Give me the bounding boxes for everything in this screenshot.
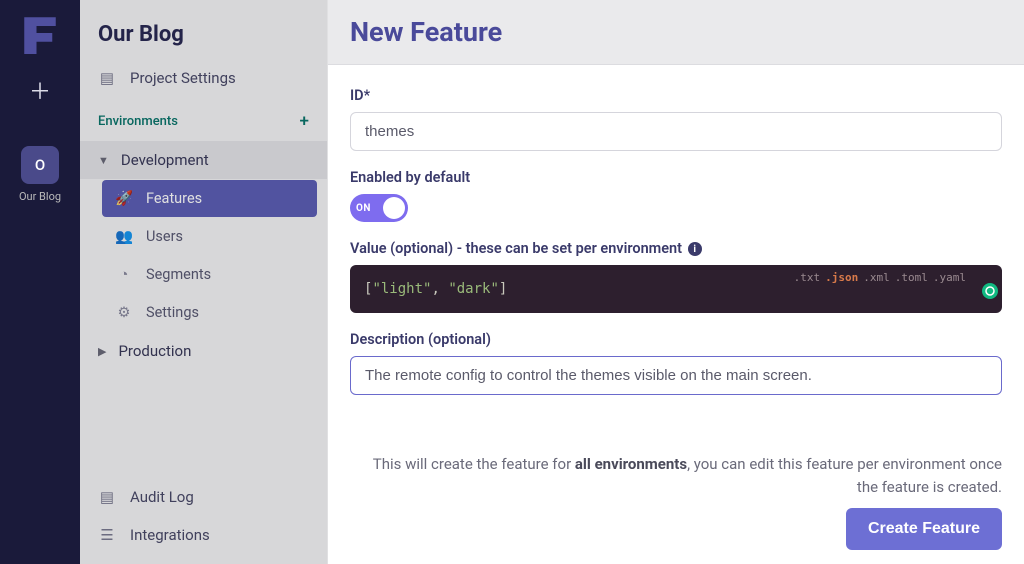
toggle-state-label: ON: [356, 203, 371, 214]
enabled-label: Enabled by default: [350, 169, 1002, 186]
chevron-right-icon: ▶: [98, 345, 106, 358]
nav-settings[interactable]: ⚙ Settings: [102, 294, 317, 331]
nav-users[interactable]: 👥 Users: [102, 218, 317, 255]
env-label: Development: [121, 151, 209, 169]
nav-label: Settings: [146, 304, 199, 321]
chevron-down-icon: ▼: [98, 154, 109, 167]
env-group-production[interactable]: ▶ Production: [80, 332, 327, 370]
project-selector-label: Our Blog: [19, 190, 61, 203]
format-txt[interactable]: .txt: [794, 271, 821, 284]
env-group-development[interactable]: ▼ Development: [80, 141, 327, 179]
format-toml[interactable]: .toml: [895, 271, 928, 284]
nav-label: Features: [146, 190, 202, 207]
enabled-toggle[interactable]: ON: [350, 194, 408, 222]
sliders-icon: ⚙: [116, 304, 132, 321]
toggle-knob: [383, 197, 405, 219]
sidebar-item-label: Project Settings: [130, 69, 236, 87]
panel-header: New Feature: [328, 0, 1024, 65]
grammarly-badge-icon: [982, 283, 998, 299]
nav-segments[interactable]: ◔ Segments: [102, 256, 317, 293]
format-json[interactable]: .json: [825, 271, 858, 284]
code-format-tabs: .txt .json .xml .toml .yaml: [794, 271, 966, 284]
list-icon: ▤: [98, 488, 116, 506]
panel-title: New Feature: [350, 16, 1002, 48]
info-icon[interactable]: i: [688, 242, 702, 256]
env-label: Production: [118, 342, 191, 360]
sidebar: Our Blog ▤ Project Settings Environments…: [80, 0, 328, 564]
rocket-icon: 🚀: [116, 190, 132, 207]
format-yaml[interactable]: .yaml: [933, 271, 966, 284]
format-xml[interactable]: .xml: [863, 271, 890, 284]
sidebar-item-project-settings[interactable]: ▤ Project Settings: [80, 59, 327, 97]
feature-panel: New Feature ID* Enabled by default ON Va…: [328, 0, 1024, 564]
description-input[interactable]: [350, 356, 1002, 395]
app-logo-icon: [19, 12, 61, 54]
pie-chart-icon: ◔: [116, 266, 132, 283]
value-code-editor[interactable]: .txt .json .xml .toml .yaml ["light", "d…: [350, 265, 1002, 313]
settings-list-icon: ▤: [98, 69, 116, 87]
id-input[interactable]: [350, 112, 1002, 151]
description-label: Description (optional): [350, 331, 1002, 348]
id-label: ID*: [350, 87, 1002, 104]
add-project-button[interactable]: ＋: [29, 74, 51, 106]
layers-icon: ☰: [98, 526, 116, 544]
helper-text: This will create the feature for all env…: [328, 437, 1024, 508]
nav-label: Segments: [146, 266, 211, 283]
sidebar-title: Our Blog: [80, 0, 327, 59]
users-icon: 👥: [116, 228, 132, 245]
create-feature-button[interactable]: Create Feature: [846, 508, 1002, 550]
value-label: Value (optional) - these can be set per …: [350, 240, 1002, 257]
environments-label: Environments: [98, 114, 178, 129]
add-environment-button[interactable]: +: [300, 111, 309, 131]
sidebar-item-integrations[interactable]: ☰ Integrations: [80, 516, 327, 554]
sidebar-item-label: Integrations: [130, 526, 210, 544]
nav-label: Users: [146, 228, 183, 245]
nav-features[interactable]: 🚀 Features: [102, 180, 317, 217]
project-selector[interactable]: O: [21, 146, 59, 184]
app-rail: ＋ O Our Blog: [0, 0, 80, 564]
sidebar-item-audit-log[interactable]: ▤ Audit Log: [80, 478, 327, 516]
sidebar-item-label: Audit Log: [130, 488, 194, 506]
environments-header: Environments +: [80, 97, 327, 141]
